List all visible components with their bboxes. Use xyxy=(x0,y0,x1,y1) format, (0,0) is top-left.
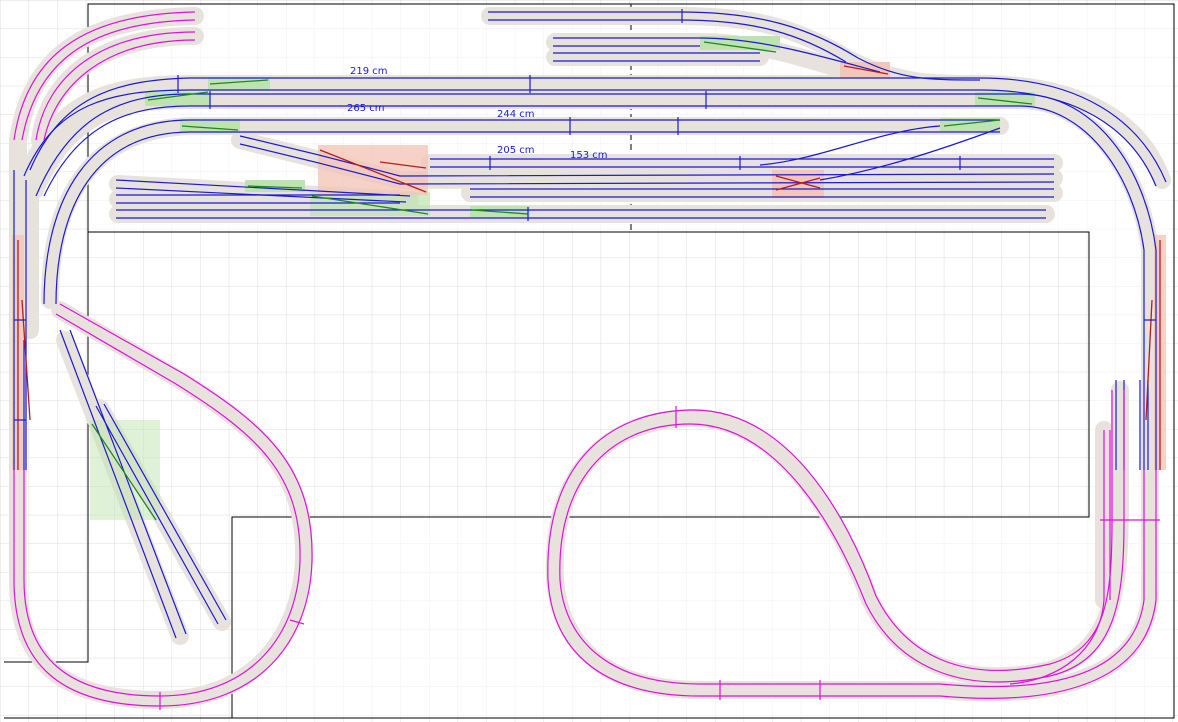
length-label: 219 cm xyxy=(350,66,388,77)
length-label: 244 cm xyxy=(497,109,535,120)
layout-canvas[interactable]: 219 cm 265 cm 244 cm 205 cm 153 cm xyxy=(0,0,1178,722)
length-label: 265 cm xyxy=(347,103,385,114)
length-label: 205 cm xyxy=(497,145,535,156)
length-label: 153 cm xyxy=(570,150,608,161)
